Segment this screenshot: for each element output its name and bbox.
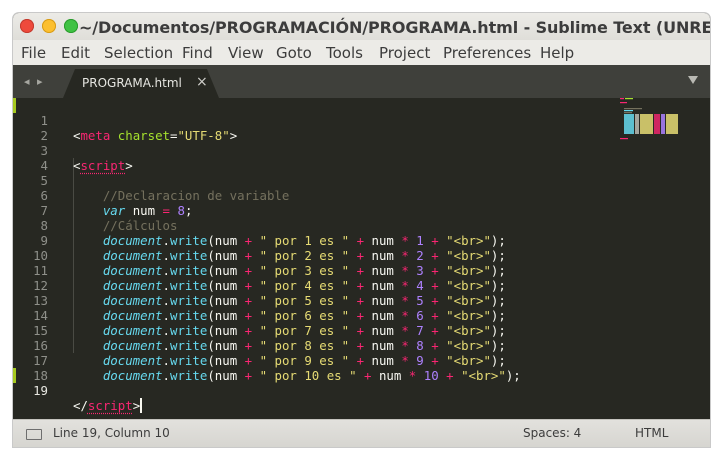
code-line: 15 document.write(num + " por 8 es " + n…	[13, 308, 710, 353]
line-number: 19	[33, 383, 48, 398]
code-line: 10 document.write(num + " por 3 es " + n…	[13, 233, 710, 278]
code-line: 12 document.write(num + " por 5 es " + n…	[13, 263, 710, 308]
menu-preferences[interactable]: Preferences	[443, 44, 531, 62]
cursor-position[interactable]: Line 19, Column 10	[53, 426, 170, 440]
indentation-setting[interactable]: Spaces: 4	[523, 426, 581, 440]
tab-label: PROGRAMA.html	[82, 76, 182, 90]
code-line: 8 document.write(num + " por 1 es " + nu…	[13, 203, 710, 248]
menu-file[interactable]: File	[21, 44, 46, 62]
code-line: 18	[13, 353, 710, 383]
menu-find[interactable]: Find	[182, 44, 213, 62]
code-line: 13 document.write(num + " por 6 es " + n…	[13, 278, 710, 323]
code-line: 7 //Cálculos	[13, 188, 710, 233]
menu-help[interactable]: Help	[540, 44, 574, 62]
code-line: 3 <script>	[13, 128, 710, 173]
code-line: 16 document.write(num + " por 9 es " + n…	[13, 323, 710, 368]
tab-list-dropdown-icon[interactable]	[688, 76, 698, 84]
menu-goto[interactable]: Goto	[276, 44, 312, 62]
panel-toggle-icon[interactable]	[26, 429, 42, 440]
menu-edit[interactable]: Edit	[61, 44, 90, 62]
code-line: 17 document.write(num + " por 10 es " + …	[13, 338, 710, 383]
code-line: 11 document.write(num + " por 4 es " + n…	[13, 248, 710, 293]
window-title: ~/Documentos/PROGRAMACIÓN/PROGRAMA.html …	[79, 18, 710, 37]
minimize-window-button[interactable]	[42, 19, 56, 33]
tab-programa-html[interactable]: PROGRAMA.html ×	[63, 69, 219, 98]
minimap[interactable]	[620, 98, 680, 143]
menu-selection[interactable]: Selection	[104, 44, 173, 62]
menu-project[interactable]: Project	[379, 44, 430, 62]
tab-bar: ◂ ▸ PROGRAMA.html ×	[13, 65, 710, 98]
code-line: 1 <meta charset="UTF-8">	[13, 98, 710, 143]
tab-navigation-arrows[interactable]: ◂ ▸	[24, 75, 45, 88]
code-line: 14 document.write(num + " por 7 es " + n…	[13, 293, 710, 338]
menu-tools[interactable]: Tools	[326, 44, 363, 62]
code-text: </script>	[73, 398, 142, 413]
menu-view[interactable]: View	[228, 44, 264, 62]
code-line: 4	[13, 143, 710, 173]
code-line: 9 document.write(num + " por 2 es " + nu…	[13, 218, 710, 263]
syntax-setting[interactable]: HTML	[635, 426, 668, 440]
text-cursor	[140, 398, 142, 413]
tab-close-icon[interactable]: ×	[196, 74, 208, 90]
close-window-button[interactable]	[20, 19, 34, 33]
maximize-window-button[interactable]	[64, 19, 78, 33]
code-line-current: 19 </script>	[13, 368, 710, 413]
code-line: 6 var num = 8;	[13, 173, 710, 218]
status-bar: Line 19, Column 10 Spaces: 4 HTML	[13, 419, 710, 447]
code-line: 5 //Declaracion de variable	[13, 158, 710, 203]
sublime-window: ~/Documentos/PROGRAMACIÓN/PROGRAMA.html …	[13, 13, 710, 447]
title-bar: ~/Documentos/PROGRAMACIÓN/PROGRAMA.html …	[13, 13, 710, 40]
code-editor[interactable]: 1 <meta charset="UTF-8"> 2 3 <script> 4 …	[13, 98, 710, 419]
menu-bar: File Edit Selection Find View Goto Tools…	[13, 40, 710, 65]
code-line: 2	[13, 113, 710, 143]
